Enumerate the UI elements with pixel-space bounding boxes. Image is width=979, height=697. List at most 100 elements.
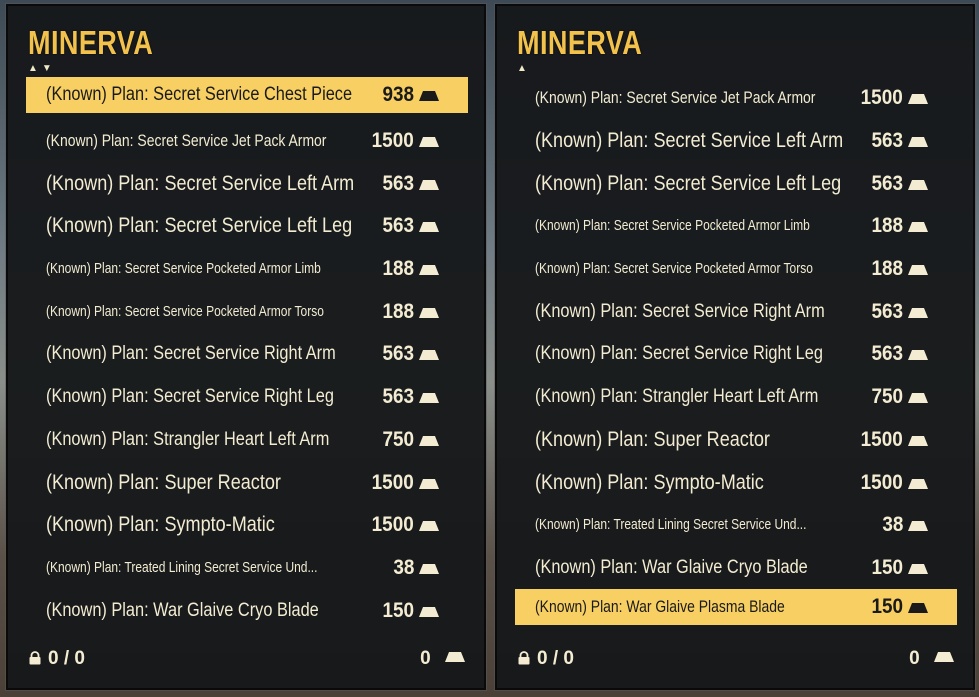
caps-bar-icon	[907, 93, 929, 105]
caps-bar-icon	[418, 520, 440, 532]
item-row[interactable]: (Known) Plan: Secret Service Left Leg 563	[26, 205, 468, 248]
item-name: (Known) Plan: Super Reactor	[46, 471, 319, 495]
item-row[interactable]: (Known) Plan: Secret Service Pocketed Ar…	[515, 205, 957, 248]
item-price-value: 563	[871, 342, 903, 366]
item-name-text: (Known) Plan: Secret Service Pocketed Ar…	[535, 260, 813, 278]
item-price: 150	[379, 599, 440, 623]
item-row[interactable]: (Known) Plan: Treated Lining Secret Serv…	[515, 504, 957, 547]
vendor-panel-right: MINERVA ▲ (Known) Plan: Secret Service J…	[495, 4, 975, 690]
item-row[interactable]: (Known) Plan: Strangler Heart Left Arm 75…	[26, 419, 468, 462]
item-row[interactable]: (Known) Plan: Sympto-Matic 1500	[26, 504, 468, 547]
sort-asc-icon[interactable]: ▲	[517, 64, 527, 74]
item-name-text: (Known) Plan: War Glaive Cryo Blade	[535, 556, 808, 578]
item-name: (Known) Plan: Secret Service Pocketed Ar…	[535, 260, 882, 278]
item-row[interactable]: (Known) Plan: Secret Service Right Leg 56…	[515, 333, 957, 376]
item-price: 188	[868, 214, 929, 238]
item-price: 38	[391, 556, 440, 580]
item-price-value: 563	[871, 129, 903, 153]
item-row[interactable]: (Known) Plan: Sympto-Matic 1500	[515, 461, 957, 504]
caps-bar-icon	[907, 520, 929, 532]
item-row[interactable]: (Known) Plan: Secret Service Right Arm 56…	[26, 333, 468, 376]
item-name: (Known) Plan: Secret Service Right Arm	[46, 343, 383, 365]
item-row[interactable]: (Known) Plan: Secret Service Jet Pack Ar…	[515, 77, 957, 120]
caps-bar-icon	[907, 221, 929, 233]
item-row[interactable]: (Known) Plan: Secret Service Jet Pack Ar…	[26, 120, 468, 163]
item-row[interactable]: (Known) Plan: Secret Service Pocketed Ar…	[26, 290, 468, 333]
item-row[interactable]: (Known) Plan: Treated Lining Secret Serv…	[26, 547, 468, 590]
sort-indicator[interactable]: ▲ ▼	[28, 64, 56, 74]
item-name-text: (Known) Plan: War Glaive Cryo Blade	[46, 599, 319, 621]
item-row[interactable]: (Known) Plan: Secret Service Pocketed Ar…	[26, 248, 468, 291]
item-price: 188	[379, 300, 440, 324]
item-name-text: (Known) Plan: Super Reactor	[46, 470, 281, 494]
sort-indicator[interactable]: ▲	[517, 64, 531, 74]
item-name: (Known) Plan: War Glaive Plasma Blade	[535, 597, 840, 617]
lock-icon	[518, 651, 530, 665]
caps-bar-icon	[418, 392, 440, 404]
item-price: 563	[868, 172, 929, 196]
item-row[interactable]: (Known) Plan: Secret Service Pocketed Ar…	[515, 248, 957, 291]
item-row[interactable]: (Known) Plan: Super Reactor 1500	[26, 461, 468, 504]
item-row[interactable]: (Known) Plan: Strangler Heart Left Arm 75…	[515, 376, 957, 419]
item-row[interactable]: (Known) Plan: War Glaive Cryo Blade 150	[515, 547, 957, 590]
item-row[interactable]: (Known) Plan: Secret Service Right Leg 56…	[26, 376, 468, 419]
item-name: (Known) Plan: Secret Service Right Leg	[46, 386, 381, 408]
item-name-text: (Known) Plan: Secret Service Jet Pack Ar…	[535, 88, 816, 108]
sort-desc-icon[interactable]: ▼	[42, 64, 52, 74]
item-price: 150	[868, 556, 929, 580]
caps-bar-icon	[907, 307, 929, 319]
caps-bar-icon	[418, 435, 440, 447]
item-row[interactable]: (Known) Plan: Secret Service Left Arm 563	[26, 162, 468, 205]
item-name-text: (Known) Plan: Secret Service Jet Pack Ar…	[46, 131, 327, 151]
item-price: 563	[379, 214, 440, 238]
item-name-text: (Known) Plan: Secret Service Pocketed Ar…	[46, 260, 321, 278]
item-name: (Known) Plan: Secret Service Left Leg	[535, 172, 891, 196]
item-list: (Known) Plan: Secret Service Jet Pack Ar…	[515, 77, 957, 632]
caps-readout: 0	[909, 648, 955, 670]
caps-bar-icon	[907, 136, 929, 148]
item-row[interactable]: (Known) Plan: Secret Service Chest Piece…	[26, 77, 468, 113]
sort-asc-icon[interactable]: ▲	[28, 64, 38, 74]
item-row[interactable]: (Known) Plan: Super Reactor 1500	[515, 419, 957, 462]
item-price-value: 1500	[860, 86, 903, 110]
caps-bar-icon	[418, 264, 440, 276]
vendor-panel-left: MINERVA ▲ ▼ (Known) Plan: Secret Service …	[6, 4, 486, 690]
caps-bar-icon	[907, 435, 929, 447]
item-price-value: 1500	[371, 470, 414, 494]
item-price-value: 563	[382, 171, 414, 195]
item-price-value: 188	[871, 257, 903, 281]
item-price-value: 563	[382, 214, 414, 238]
item-price: 150	[868, 595, 929, 619]
item-name-text: (Known) Plan: Secret Service Right Leg	[535, 343, 823, 365]
item-name-text: (Known) Plan: Strangler Heart Left Arm	[535, 386, 819, 408]
item-price-value: 750	[871, 385, 903, 409]
item-price-value: 150	[382, 598, 414, 622]
item-price: 938	[379, 83, 440, 107]
item-price-value: 38	[881, 513, 903, 537]
item-name-text: (Known) Plan: Secret Service Left Leg	[46, 214, 353, 238]
item-price-value: 188	[382, 257, 414, 281]
weight-readout: 0 / 0	[28, 648, 85, 670]
item-name: (Known) Plan: Secret Service Left Leg	[46, 214, 402, 238]
item-name-text: (Known) Plan: Super Reactor	[535, 427, 770, 451]
item-row[interactable]: (Known) Plan: War Glaive Cryo Blade 150	[26, 589, 468, 632]
panel-title: MINERVA	[28, 24, 154, 61]
caps-bar-icon	[907, 563, 929, 575]
caps-bar-icon	[418, 563, 440, 575]
item-name-text: (Known) Plan: Sympto-Matic	[535, 470, 764, 494]
item-name: (Known) Plan: Secret Service Right Arm	[535, 301, 872, 323]
item-name-text: (Known) Plan: Secret Service Left Arm	[46, 171, 355, 195]
item-price: 1500	[367, 513, 440, 537]
item-name: (Known) Plan: Secret Service Pocketed Ar…	[46, 260, 389, 278]
item-row[interactable]: (Known) Plan: Secret Service Left Leg 563	[515, 162, 957, 205]
item-price-value: 563	[382, 342, 414, 366]
caps-bar-icon	[907, 478, 929, 490]
item-row[interactable]: (Known) Plan: Secret Service Right Arm 56…	[515, 290, 957, 333]
item-price-value: 1500	[860, 470, 903, 494]
item-row[interactable]: (Known) Plan: Secret Service Left Arm 563	[515, 120, 957, 163]
caps-bar-icon	[907, 602, 929, 614]
item-price-value: 1500	[371, 129, 414, 153]
item-price-value: 563	[871, 299, 903, 323]
weight-value: 0 / 0	[48, 648, 85, 669]
item-row[interactable]: (Known) Plan: War Glaive Plasma Blade 150	[515, 589, 957, 626]
